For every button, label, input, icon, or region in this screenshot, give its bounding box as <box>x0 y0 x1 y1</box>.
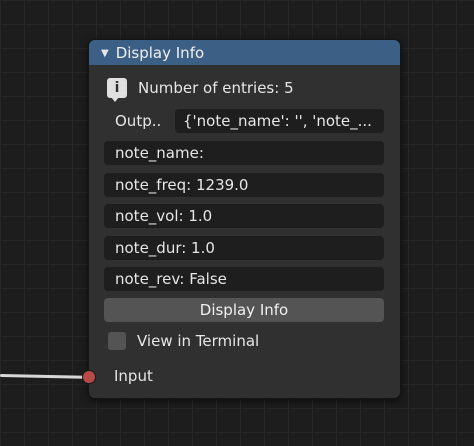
field-note-name[interactable]: note_name: <box>104 141 384 165</box>
output-row: Outp.. {'note_name': '', 'note_... <box>103 109 384 133</box>
node-title: Display Info <box>115 43 205 62</box>
output-value-field[interactable]: {'note_name': '', 'note_... <box>175 109 384 133</box>
field-note-freq[interactable]: note_freq: 1239.0 <box>104 172 384 197</box>
input-socket[interactable] <box>82 370 96 384</box>
entries-info: i Number of entries: 5 <box>107 78 294 102</box>
node-header[interactable]: ▼ Display Info <box>89 40 400 65</box>
field-note-rev[interactable]: note_rev: False <box>104 267 384 291</box>
field-note-dur[interactable]: note_dur: 1.0 <box>104 235 384 260</box>
output-label: Outp.. <box>115 112 162 130</box>
checkbox-label: View in Terminal <box>137 332 260 350</box>
input-label: Input <box>114 367 153 385</box>
entry-fields: note_name: note_freq: 1239.0 note_vol: 1… <box>104 141 384 299</box>
collapse-arrow-icon[interactable]: ▼ <box>101 48 109 59</box>
field-note-vol[interactable]: note_vol: 1.0 <box>104 204 384 228</box>
entries-count-label: Number of entries: 5 <box>138 79 294 97</box>
view-in-terminal-checkbox[interactable] <box>108 332 126 350</box>
node-link-wire[interactable] <box>0 374 87 379</box>
info-icon: i <box>107 78 127 102</box>
display-info-node[interactable]: ▼ Display Info i Number of entries: 5 Ou… <box>82 39 401 399</box>
view-in-terminal-option[interactable]: View in Terminal <box>108 332 259 350</box>
display-info-button[interactable]: Display Info <box>104 298 384 322</box>
